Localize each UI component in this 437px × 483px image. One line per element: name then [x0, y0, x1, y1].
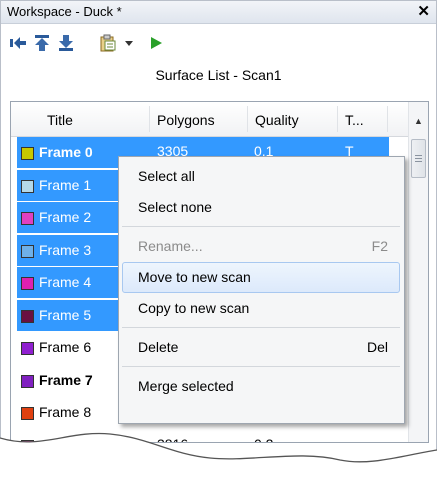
scroll-thumb[interactable]	[411, 139, 426, 178]
row-title: Frame 5	[39, 306, 92, 323]
menu-item-label: Rename...	[138, 238, 203, 254]
row-title: Frame 6	[39, 339, 92, 355]
menu-item-select-all[interactable]: Select all	[119, 161, 404, 191]
dropdown-arrow-icon[interactable]	[121, 34, 139, 52]
color-swatch	[21, 309, 34, 323]
color-swatch	[21, 407, 34, 420]
move-up-icon[interactable]	[33, 34, 51, 52]
window-title: Workspace - Duck *	[7, 4, 122, 19]
clipboard-icon[interactable]	[99, 34, 117, 52]
column-quality[interactable]: Quality	[255, 112, 299, 128]
menu-item-select-none[interactable]: Select none	[119, 192, 404, 222]
vertical-scrollbar[interactable]: ▲	[408, 102, 428, 442]
column-title[interactable]: Title	[47, 112, 73, 128]
menu-item-label: Merge selected	[138, 378, 234, 394]
menu-separator	[122, 226, 400, 227]
column-type[interactable]: T...	[345, 112, 364, 128]
menu-item-label: Select none	[138, 199, 212, 215]
scan-title: Surface List - Scan1	[155, 67, 282, 83]
workspace-window: Workspace - Duck * ✕ Surface List - Scan…	[0, 0, 437, 483]
menu-item-label: Select all	[138, 168, 195, 184]
play-icon[interactable]	[147, 34, 165, 52]
menu-item-rename: Rename... F2	[119, 231, 404, 261]
menu-item-move-to-new-scan[interactable]: Move to new scan	[119, 262, 404, 293]
row-title: Frame 0	[39, 144, 93, 160]
color-swatch	[21, 277, 34, 290]
column-polygons[interactable]: Polygons	[157, 112, 215, 128]
nav-back-icon[interactable]	[9, 34, 27, 52]
menu-item-delete[interactable]: Delete Del	[119, 332, 404, 362]
row-title: Frame 3	[39, 241, 92, 258]
row-title: Frame 8	[39, 404, 92, 420]
toolbar	[1, 24, 436, 64]
row-title: Frame 1	[39, 176, 92, 193]
menu-item-merge-selected[interactable]: Merge selected	[119, 371, 404, 401]
scroll-up-icon[interactable]: ▲	[414, 116, 423, 126]
title-bar: Workspace - Duck * ✕	[1, 1, 436, 24]
menu-item-copy-to-new-scan[interactable]: Copy to new scan	[119, 293, 404, 323]
row-title: Frame 2	[39, 209, 92, 225]
menu-item-label: Copy to new scan	[138, 300, 250, 316]
color-swatch	[21, 342, 34, 355]
color-swatch	[21, 212, 34, 225]
row-title: Frame 4	[39, 274, 92, 290]
color-swatch	[21, 147, 34, 160]
torn-edge-decoration	[0, 432, 437, 483]
menu-item-shortcut: Del	[366, 339, 388, 355]
menu-separator	[122, 327, 400, 328]
color-swatch	[21, 374, 34, 388]
menu-item-label: Delete	[138, 339, 179, 355]
row-title: Frame 7	[39, 371, 93, 388]
menu-item-label: Move to new scan	[138, 269, 251, 285]
color-swatch	[21, 179, 34, 193]
menu-item-shortcut: F2	[371, 238, 388, 254]
move-down-icon[interactable]	[57, 34, 75, 52]
color-swatch	[21, 244, 34, 258]
context-menu: Select all Select none Rename... F2 Move to …	[118, 156, 405, 424]
list-header: Title Polygons Quality T...	[11, 102, 428, 137]
menu-separator	[122, 366, 400, 367]
close-icon[interactable]: ✕	[417, 2, 430, 20]
